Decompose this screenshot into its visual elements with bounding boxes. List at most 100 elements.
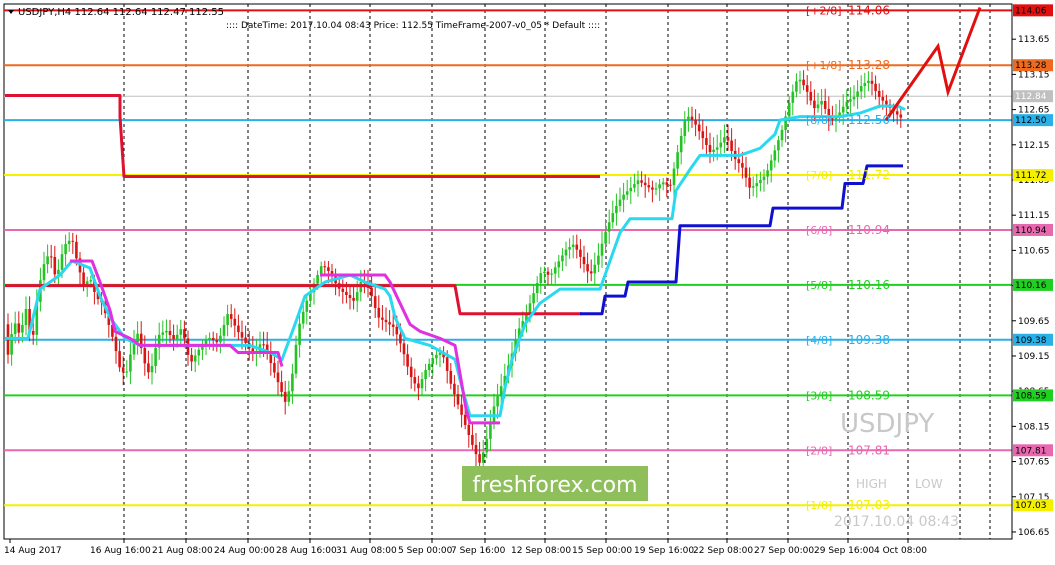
candle-body — [294, 344, 298, 374]
candle-body — [179, 329, 183, 335]
candle-body — [190, 354, 193, 362]
candle-body — [424, 370, 427, 380]
candle-body — [413, 377, 417, 384]
candle-body — [219, 335, 222, 343]
candle-body — [543, 271, 546, 274]
candle-body — [701, 131, 705, 139]
candle-body — [647, 185, 651, 188]
candle-body — [885, 100, 888, 105]
candle-body — [665, 182, 669, 185]
candle-body — [352, 297, 355, 301]
candle-body — [582, 256, 586, 265]
watermark-datetime: 2017.10.04 08:43 — [834, 514, 959, 530]
candle-body — [280, 382, 283, 392]
candle-body — [553, 267, 557, 274]
candle-body — [809, 91, 813, 101]
x-tick-label: 22 Sep 08:00 — [693, 546, 753, 556]
candle-body — [683, 119, 687, 137]
candle-body — [287, 391, 291, 402]
candle-body — [136, 333, 139, 343]
candle-body — [427, 363, 431, 371]
candle-body — [377, 307, 381, 318]
candle-body — [381, 317, 384, 320]
candle-body — [622, 194, 625, 200]
candle-body — [532, 293, 535, 304]
candle-body — [406, 354, 409, 367]
y-tick-label: 113.15 — [1018, 70, 1050, 80]
y-tick-label: 112.15 — [1018, 141, 1050, 151]
price-tag-label: 110.16 — [1015, 281, 1047, 291]
candle-body — [496, 396, 499, 407]
x-tick-label: 31 Aug 08:00 — [336, 546, 397, 556]
candle-body — [852, 96, 856, 100]
candle-body — [586, 264, 589, 272]
watermark-high: HIGH — [856, 477, 887, 491]
candle-body — [89, 280, 93, 282]
candle-body — [849, 99, 852, 102]
candle-body — [600, 243, 604, 256]
candle-body — [13, 323, 17, 335]
candle-body — [183, 329, 186, 339]
candle-body — [237, 325, 240, 333]
candle-body — [49, 256, 53, 258]
candle-body — [467, 424, 471, 435]
y-tick-label: 109.15 — [1018, 352, 1050, 362]
candle-body — [402, 343, 406, 355]
info-header: :::: DateTime: 2017.10.04 08:43 Price: 1… — [226, 21, 600, 31]
x-tick-label: 24 Aug 00:00 — [214, 546, 275, 556]
candle-body — [118, 351, 121, 368]
candle-body — [244, 337, 247, 343]
candle-body — [870, 80, 874, 84]
candle-body — [121, 367, 125, 373]
price-tag-label: 107.03 — [1015, 501, 1047, 511]
chart-svg[interactable]: [+2/8] 114.06 [+1/8] 113.28 [8/8] 112.50 [7/8]… — [0, 0, 1055, 561]
y-tick-label: 110.65 — [1018, 246, 1050, 256]
candle-body — [474, 444, 478, 455]
x-tick-label: 29 Sep 16:00 — [814, 546, 874, 556]
price-tag-label: 112.50 — [1015, 116, 1047, 126]
candle-body — [60, 254, 64, 270]
level-label: [6/8] — [806, 224, 832, 237]
candle-body — [24, 309, 28, 326]
x-tick-label: 16 Aug 16:00 — [90, 546, 151, 556]
candle-body — [499, 386, 503, 397]
candle-body — [636, 180, 640, 185]
candle-body — [222, 324, 226, 336]
candle-body — [399, 334, 402, 344]
candle-body — [759, 179, 762, 184]
candle-body — [687, 116, 690, 120]
x-tick-label: 27 Sep 00:00 — [754, 546, 814, 556]
candle-body — [762, 176, 766, 180]
candle-body — [456, 394, 460, 405]
level-label: [1/8] — [806, 499, 832, 512]
candle-body — [150, 366, 154, 373]
candle-body — [485, 438, 489, 453]
chart[interactable]: [+2/8] 114.06 [+1/8] 113.28 [8/8] 112.50 [7/8]… — [0, 0, 1055, 561]
candle-body — [82, 272, 85, 285]
candle-body — [895, 111, 899, 115]
level-label: [7/8] — [806, 169, 832, 182]
candle-body — [64, 244, 67, 255]
candle-body — [877, 90, 881, 97]
candle-body — [816, 104, 820, 109]
y-tick-label: 106.65 — [1018, 528, 1050, 538]
candle-body — [168, 330, 172, 336]
candle-body — [291, 373, 294, 392]
candle-body — [813, 100, 816, 109]
candle-body — [625, 191, 629, 195]
x-tick-label: 5 Sep 00:00 — [398, 546, 453, 556]
level-value: 107.03 — [848, 498, 890, 512]
y-tick-label: 111.15 — [1018, 211, 1050, 221]
price-tag-label: 110.94 — [1015, 226, 1047, 236]
candle-body — [899, 114, 903, 118]
candle-body — [323, 266, 327, 268]
candle-body — [388, 322, 391, 325]
candle-body — [147, 363, 150, 373]
candle-body — [193, 355, 197, 362]
candle-body — [708, 145, 712, 153]
level-value: 113.28 — [848, 58, 890, 72]
candle-body — [802, 79, 805, 86]
candle-body — [316, 274, 319, 284]
x-tick-label: 21 Aug 08:00 — [152, 546, 213, 556]
candle-body — [359, 282, 363, 293]
